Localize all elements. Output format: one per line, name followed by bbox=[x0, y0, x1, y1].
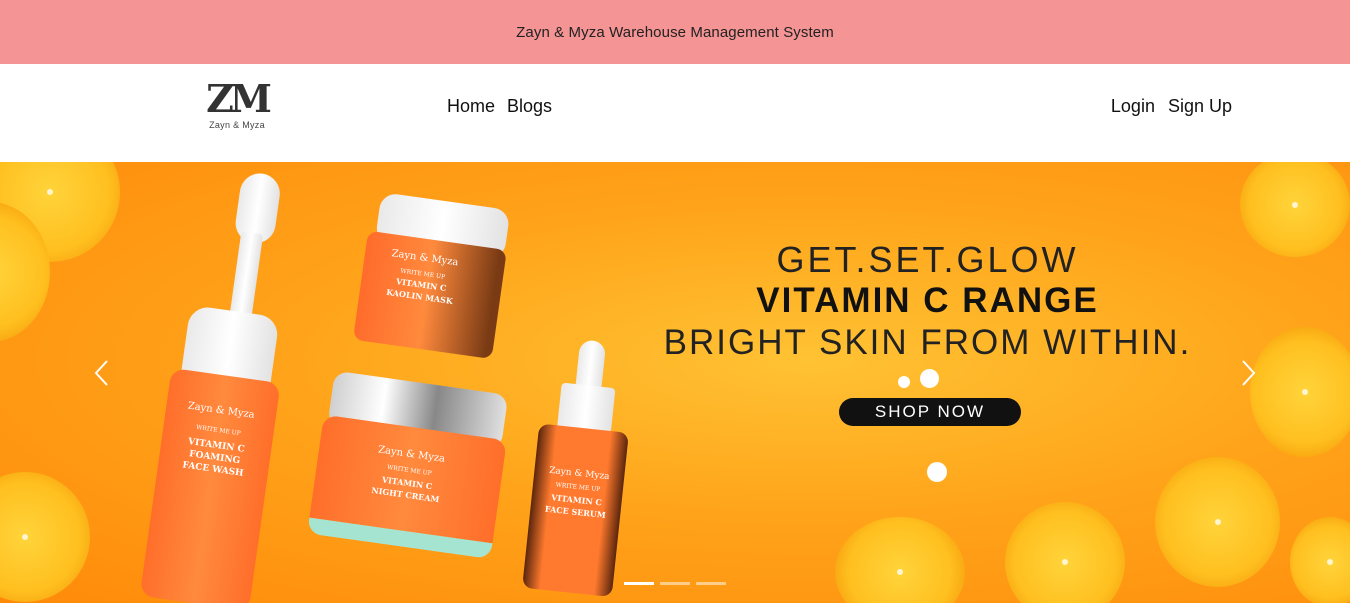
chevron-left-icon bbox=[94, 360, 108, 386]
orange-slice-image bbox=[835, 517, 965, 603]
hero-headline: GET.SET.GLOW VITAMIN C RANGE BRIGHT SKIN… bbox=[655, 240, 1200, 364]
bubble-decoration bbox=[927, 462, 947, 482]
carousel-indicator-2[interactable] bbox=[660, 582, 690, 585]
face-wash-bottle: Zayn & Myza WRITE ME UP VITAMIN C FOAMIN… bbox=[139, 367, 281, 603]
carousel-indicator-1[interactable] bbox=[624, 582, 654, 585]
navbar: ZM Zayn & Myza Home Blogs Login Sign Up bbox=[0, 64, 1350, 162]
hero-subtitle: BRIGHT SKIN FROM WITHIN. bbox=[663, 323, 1192, 362]
shop-now-button[interactable]: SHOP NOW bbox=[839, 398, 1021, 426]
nav-home-link[interactable]: Home bbox=[447, 95, 495, 117]
orange-slice-image bbox=[1005, 502, 1125, 603]
kaolin-mask-product-image: Zayn & Myza WRITE ME UP VITAMIN C KAOLIN… bbox=[342, 190, 523, 371]
orange-slice-image bbox=[1250, 327, 1350, 457]
brand-logo[interactable]: ZM Zayn & Myza bbox=[204, 76, 272, 132]
bubble-decoration bbox=[920, 369, 939, 388]
signup-link[interactable]: Sign Up bbox=[1168, 95, 1232, 117]
night-cream-product-image: Zayn & Myza WRITE ME UP VITAMIN C NIGHT … bbox=[301, 369, 518, 569]
chevron-right-icon bbox=[1242, 360, 1256, 386]
serum-bottle: Zayn & Myza WRITE ME UP VITAMIN C FACE S… bbox=[522, 423, 629, 598]
face-serum-product-image: Zayn & Myza WRITE ME UP VITAMIN C FACE S… bbox=[512, 335, 648, 600]
pump-neck-image bbox=[228, 231, 264, 324]
hero-tagline: GET.SET.GLOW bbox=[776, 239, 1079, 280]
orange-slice-image bbox=[1240, 162, 1350, 257]
auth-nav: Login Sign Up bbox=[1111, 95, 1232, 117]
top-banner: Zayn & Myza Warehouse Management System bbox=[0, 0, 1350, 64]
face-wash-product-image: Zayn & Myza WRITE ME UP VITAMIN C FOAMIN… bbox=[96, 162, 304, 603]
orange-slice-image bbox=[1155, 457, 1280, 587]
hero-title: VITAMIN C RANGE bbox=[756, 281, 1099, 320]
carousel-next-button[interactable] bbox=[1238, 358, 1258, 388]
bubble-decoration bbox=[898, 376, 910, 388]
logo-mark: ZM bbox=[206, 76, 272, 121]
hero-carousel: Zayn & Myza WRITE ME UP VITAMIN C FOAMIN… bbox=[0, 162, 1350, 603]
face-wash-name: VITAMIN C FOAMING FACE WASH bbox=[181, 436, 246, 479]
carousel-prev-button[interactable] bbox=[92, 358, 112, 388]
primary-nav: Home Blogs bbox=[447, 95, 552, 117]
carousel-indicator-3[interactable] bbox=[696, 582, 726, 585]
logo-text: Zayn & Myza bbox=[209, 120, 265, 130]
kaolin-jar: Zayn & Myza WRITE ME UP VITAMIN C KAOLIN… bbox=[352, 230, 507, 360]
orange-slice-image bbox=[0, 472, 90, 602]
login-link[interactable]: Login bbox=[1111, 95, 1155, 117]
orange-slice-image bbox=[1290, 517, 1350, 603]
nav-blogs-link[interactable]: Blogs bbox=[507, 95, 552, 117]
site-title: Zayn & Myza Warehouse Management System bbox=[516, 23, 834, 41]
night-cream-jar: Zayn & Myza WRITE ME UP VITAMIN C NIGHT … bbox=[307, 414, 508, 560]
carousel-indicators bbox=[624, 582, 726, 585]
